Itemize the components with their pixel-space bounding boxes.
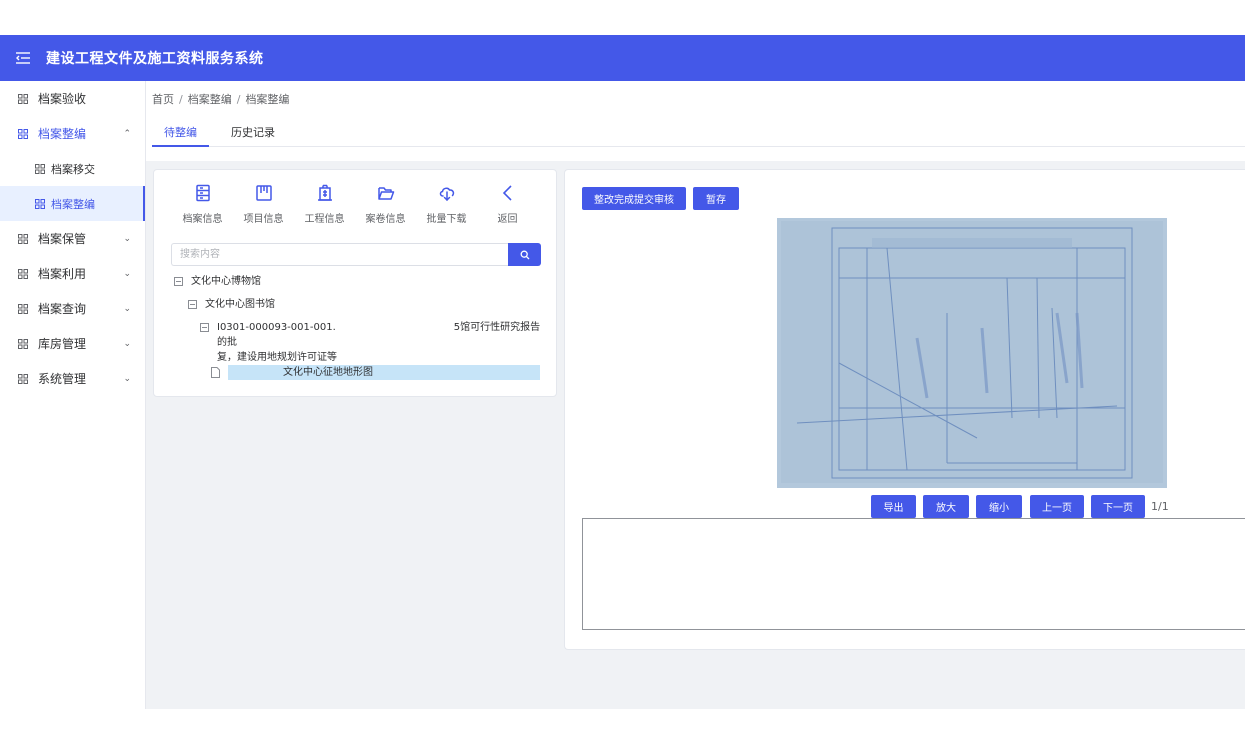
tab-bar: 待整编 历史记录 — [152, 121, 1245, 147]
export-button[interactable]: 导出 — [871, 495, 916, 518]
breadcrumb-separator: / — [236, 93, 241, 106]
tree-node[interactable]: 文化中心博物馆 — [174, 274, 542, 297]
grid-icon — [18, 373, 32, 384]
sidebar-item-archive-compilation[interactable]: 档案整编 ⌃ — [0, 116, 145, 151]
tree-node-label: 文化中心博物馆 — [191, 276, 261, 287]
tree-node-label-part: 复，建设用地规划许可证等 — [217, 352, 337, 363]
grid-icon — [18, 303, 32, 314]
collapse-icon[interactable] — [200, 323, 209, 332]
collapse-icon[interactable] — [174, 277, 183, 286]
main-area: 首页 / 档案整编 / 档案整编 待整编 历史记录 档案信息 项目信息 工程信息 案卷信… — [146, 81, 1245, 709]
submit-review-button[interactable]: 整改完成提交审核 — [582, 187, 686, 210]
breadcrumb-home[interactable]: 首页 — [152, 93, 174, 106]
engineering-info-button[interactable]: 工程信息 — [294, 184, 355, 225]
chevron-down-icon: ⌄ — [123, 233, 131, 244]
grid-icon — [18, 128, 32, 139]
file-icon — [211, 367, 220, 378]
app-title: 建设工程文件及施工资料服务系统 — [46, 51, 264, 67]
archive-tree-panel: 档案信息 项目信息 工程信息 案卷信息 批量下载 返回 搜索内容 文化中心博物馆… — [153, 169, 557, 397]
chevron-down-icon: ⌄ — [123, 303, 131, 314]
project-info-button[interactable]: 项目信息 — [233, 184, 294, 225]
chevron-up-icon: ⌃ — [123, 128, 131, 139]
breadcrumb: 首页 / 档案整编 / 档案整编 — [152, 91, 289, 107]
chevron-down-icon: ⌄ — [123, 373, 131, 384]
breadcrumb-level2: 档案整编 — [245, 93, 290, 106]
next-page-button[interactable]: 下一页 — [1091, 495, 1145, 518]
sidebar-item-archive-utilization[interactable]: 档案利用 ⌄ — [0, 256, 145, 291]
document-viewer-panel: 整改完成提交审核 暂存 导出 放大 缩小 上一页 下一页 1/1 — [564, 169, 1245, 650]
sidebar-item-label: 档案整编 — [38, 127, 87, 141]
engineering-info-label: 工程信息 — [304, 214, 345, 225]
server-icon — [195, 184, 210, 202]
prev-page-button[interactable]: 上一页 — [1030, 495, 1084, 518]
tree-node-label-part: I0301-000093-001-001. — [217, 322, 336, 333]
tree-search — [171, 243, 541, 266]
archive-toolbar: 档案信息 项目信息 工程信息 案卷信息 批量下载 返回 — [172, 184, 538, 225]
zoom-in-button[interactable]: 放大 — [923, 495, 969, 518]
tree-node-label: I0301-000093-001-001. 5馆可行性研究报告的批 复，建设用地规… — [217, 320, 542, 365]
back-button[interactable]: 返回 — [477, 184, 538, 225]
volume-info-label: 案卷信息 — [365, 214, 406, 225]
sidebar-item-archive-query[interactable]: 档案查询 ⌄ — [0, 291, 145, 326]
grid-icon — [18, 233, 32, 244]
sidebar-subitem-label: 档案移交 — [51, 162, 95, 176]
sidebar-item-label: 档案保管 — [38, 232, 87, 246]
search-icon — [520, 250, 529, 259]
tree-node-label: 文化中心征地地形图 — [228, 365, 540, 380]
tree-node[interactable]: I0301-000093-001-001. 5馆可行性研究报告的批 复，建设用地规… — [174, 320, 542, 365]
archive-info-label: 档案信息 — [182, 214, 223, 225]
zoom-out-button[interactable]: 缩小 — [976, 495, 1022, 518]
folder-open-icon — [377, 187, 394, 200]
top-blank-area — [0, 0, 1245, 35]
sidebar-item-label: 档案查询 — [38, 302, 87, 316]
search-input[interactable] — [171, 243, 508, 266]
sidebar-item-label: 系统管理 — [38, 372, 87, 386]
project-board-icon — [255, 185, 272, 201]
tree-node-selected[interactable]: 文化中心征地地形图 — [174, 365, 542, 388]
tab-history[interactable]: 历史记录 — [219, 121, 287, 147]
tab-pending[interactable]: 待整编 — [152, 121, 209, 147]
archive-tree: 文化中心博物馆 文化中心图书馆 I0301-000093-001-001. 5馆可… — [174, 274, 542, 388]
search-button[interactable] — [508, 243, 541, 266]
grid-icon — [18, 268, 32, 279]
sidebar-subitem-archive-transfer[interactable]: 档案移交 — [0, 151, 145, 186]
chevron-down-icon: ⌄ — [123, 268, 131, 279]
sidebar-item-label: 档案验收 — [38, 92, 87, 106]
grid-icon — [35, 198, 45, 209]
volume-info-button[interactable]: 案卷信息 — [355, 184, 416, 225]
sidebar-item-label: 档案利用 — [38, 267, 87, 281]
archive-info-button[interactable]: 档案信息 — [172, 184, 233, 225]
tree-node-label: 文化中心图书馆 — [205, 299, 275, 310]
back-label: 返回 — [497, 214, 518, 225]
batch-download-button[interactable]: 批量下载 — [416, 184, 477, 225]
batch-download-label: 批量下载 — [426, 214, 467, 225]
chevron-down-icon: ⌄ — [123, 338, 131, 349]
grid-icon — [18, 93, 32, 104]
project-info-label: 项目信息 — [243, 214, 284, 225]
collapse-icon[interactable] — [188, 300, 197, 309]
sidebar-item-system-management[interactable]: 系统管理 ⌄ — [0, 361, 145, 396]
building-icon — [317, 184, 332, 201]
page-topbar: 首页 / 档案整编 / 档案整编 待整编 历史记录 — [146, 81, 1245, 161]
sidebar-subitem-archive-compilation[interactable]: 档案整编 — [0, 186, 145, 221]
sidebar-item-archive-acceptance[interactable]: 档案验收 — [0, 81, 145, 116]
sidebar-item-archive-storage[interactable]: 档案保管 ⌄ — [0, 221, 145, 256]
page-indicator: 1/1 — [1151, 500, 1169, 513]
grid-icon — [18, 338, 32, 349]
sidebar-item-warehouse-management[interactable]: 库房管理 ⌄ — [0, 326, 145, 361]
comment-textarea[interactable] — [582, 518, 1245, 630]
cloud-download-icon — [439, 187, 454, 202]
tree-node[interactable]: 文化中心图书馆 — [174, 297, 542, 320]
sidebar: 档案验收 档案整编 ⌃ 档案移交 档案整编 档案保管 ⌄ 档案利用 ⌄ 档案查询… — [0, 81, 146, 709]
sidebar-item-label: 库房管理 — [38, 337, 87, 351]
breadcrumb-level1[interactable]: 档案整编 — [188, 93, 232, 106]
grid-icon — [35, 163, 45, 174]
save-draft-button[interactable]: 暂存 — [693, 187, 739, 210]
sidebar-subitem-label: 档案整编 — [51, 197, 95, 211]
app-header: 建设工程文件及施工资料服务系统 — [0, 35, 1245, 81]
breadcrumb-separator: / — [179, 93, 183, 106]
menu-fold-icon[interactable] — [0, 52, 46, 64]
chevron-left-icon — [502, 185, 512, 201]
scanned-document-image — [777, 218, 1167, 488]
